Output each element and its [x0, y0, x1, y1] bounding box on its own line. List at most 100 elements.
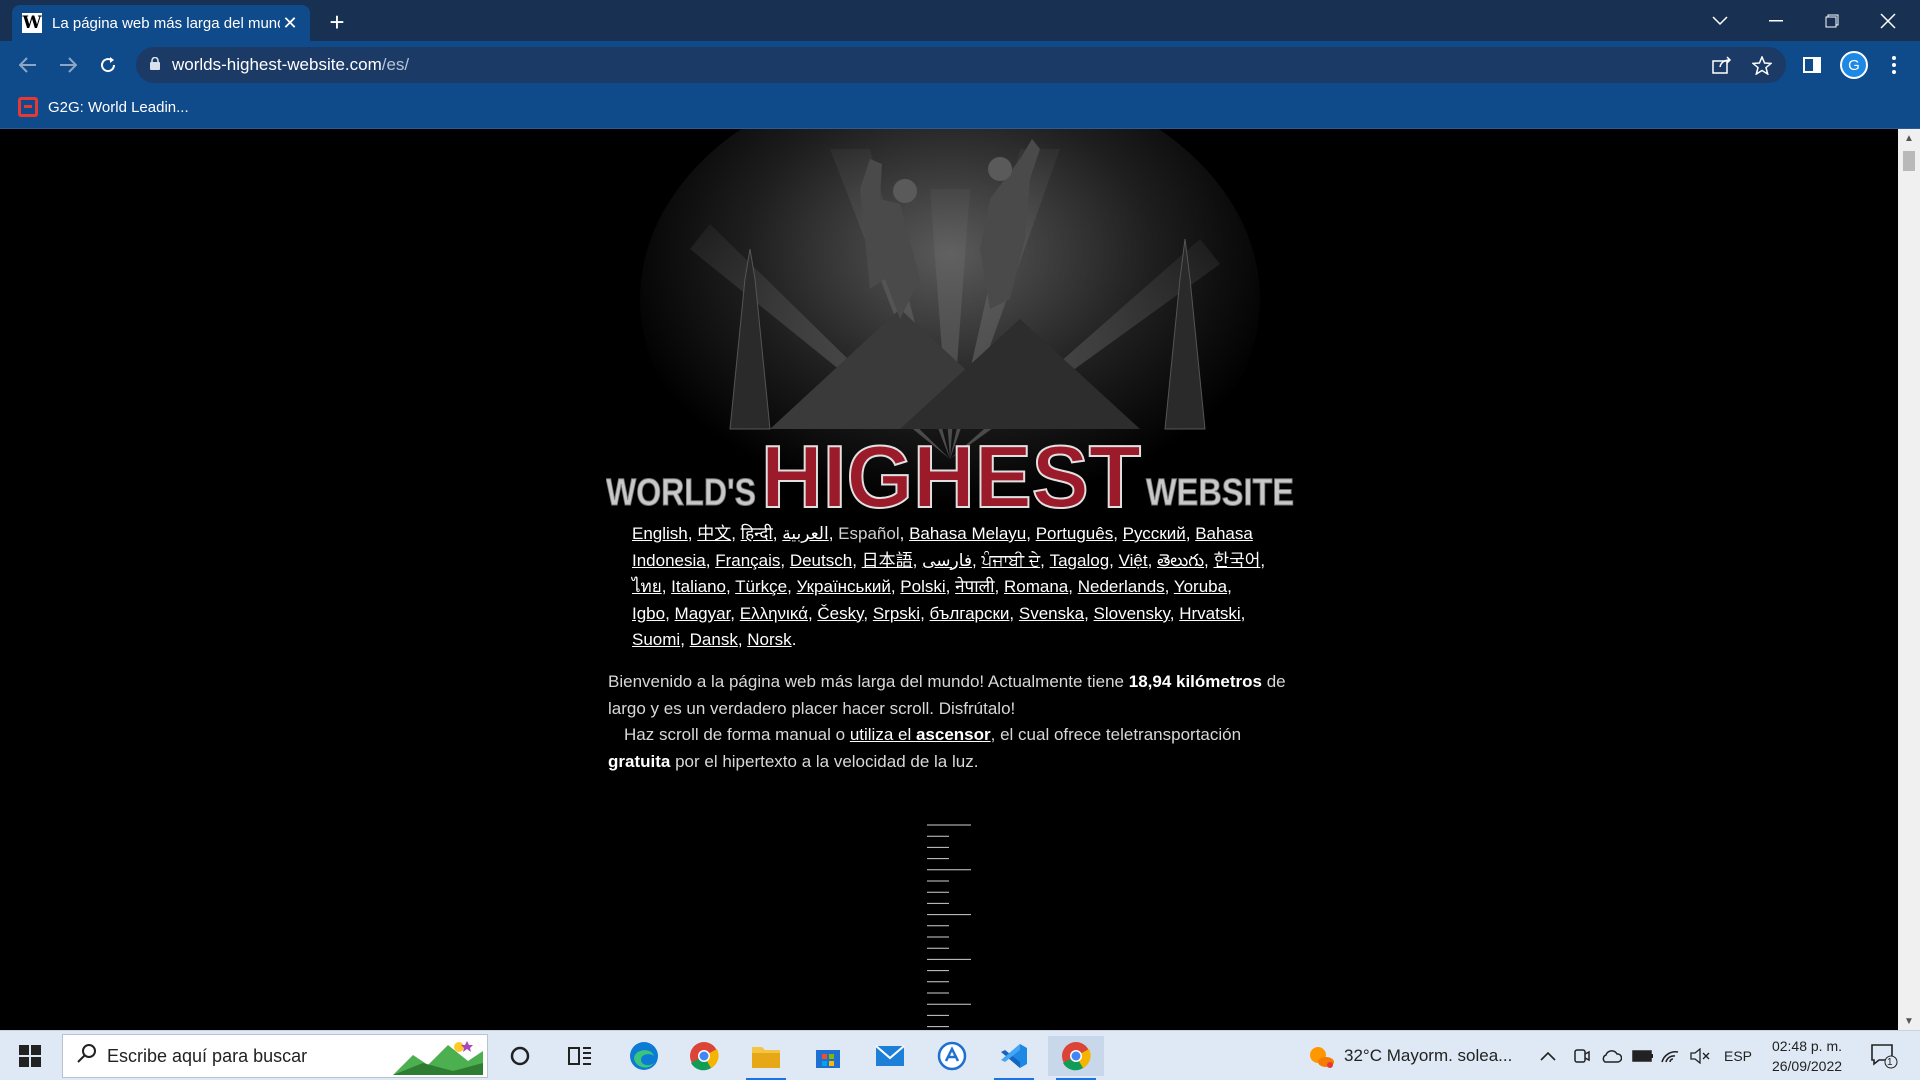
- elevator-link-text: utiliza el: [849, 725, 916, 745]
- mail-icon[interactable]: [862, 1036, 918, 1076]
- side-panel-icon[interactable]: [1794, 47, 1830, 83]
- language-link[interactable]: Norsk: [747, 630, 791, 649]
- language-link[interactable]: Magyar: [675, 604, 731, 623]
- tab-title: La página web más larga del mundo: [52, 14, 280, 32]
- volume-muted-icon[interactable]: [1690, 1031, 1710, 1080]
- intro-text-span: Bienvenido a la página web más larga del…: [608, 672, 1129, 691]
- language-link[interactable]: Hrvatski: [1179, 604, 1240, 623]
- restore-button[interactable]: [1804, 0, 1860, 41]
- language-link[interactable]: Igbo: [632, 604, 665, 623]
- onedrive-cloud-icon[interactable]: [1600, 1031, 1622, 1080]
- language-link[interactable]: Nederlands: [1078, 577, 1165, 596]
- close-window-button[interactable]: [1860, 0, 1916, 41]
- language-link[interactable]: ਪੰਜਾਬੀ ਦੇ: [982, 551, 1041, 570]
- language-link[interactable]: Suomi: [632, 630, 680, 649]
- scroll-down-arrow-icon[interactable]: ▼: [1898, 1012, 1920, 1030]
- scroll-up-arrow-icon[interactable]: ▲: [1898, 129, 1920, 147]
- language-link[interactable]: ไทย: [632, 577, 662, 596]
- cortana-icon[interactable]: [492, 1036, 548, 1076]
- language-link[interactable]: Bahasa Melayu: [909, 524, 1026, 543]
- share-icon[interactable]: [1704, 47, 1740, 83]
- language-link[interactable]: Yoruba: [1174, 577, 1227, 596]
- language-link[interactable]: Français: [715, 551, 780, 570]
- azure-data-studio-icon[interactable]: [924, 1036, 980, 1076]
- length-value: 18,94 kilómetros: [1128, 672, 1262, 691]
- language-link[interactable]: Tagalog: [1050, 551, 1110, 570]
- edge-icon[interactable]: [616, 1036, 672, 1076]
- intro-text-span: Haz scroll de forma manual o: [624, 725, 850, 745]
- page-scrollbar[interactable]: ▲ ▼: [1898, 129, 1920, 1030]
- system-clock[interactable]: 02:48 p. m. 26/09/2022: [1752, 1036, 1862, 1076]
- back-button[interactable]: [12, 49, 44, 81]
- new-tab-button[interactable]: +: [322, 7, 352, 38]
- scrollbar-thumb[interactable]: [1903, 151, 1915, 171]
- intro-paragraph-1: Bienvenido a la página web más larga del…: [608, 669, 1298, 722]
- language-link[interactable]: Česky: [817, 604, 863, 623]
- vscode-icon[interactable]: [986, 1036, 1042, 1080]
- browser-titlebar: W La página web más larga del mundo ✕ +: [0, 0, 1920, 41]
- url-domain: worlds-highest-website.com: [172, 55, 382, 74]
- intro-paragraph-2: Haz scroll de forma manual o utiliza el …: [608, 722, 1298, 775]
- logo-worlds-text: WORLD'S: [606, 472, 756, 511]
- elevator-link[interactable]: utiliza el ascensor: [850, 725, 991, 744]
- show-hidden-icons-chevron-icon[interactable]: [1540, 1031, 1556, 1080]
- browser-tab-active[interactable]: W La página web más larga del mundo ✕: [12, 5, 310, 41]
- search-highlight-illustration: [393, 1041, 483, 1075]
- language-link[interactable]: Ελληνικά: [740, 604, 808, 623]
- language-link[interactable]: Türkçe: [735, 577, 787, 596]
- notifications-icon[interactable]: 1: [1870, 1031, 1898, 1080]
- more-menu-icon[interactable]: [1876, 47, 1912, 83]
- input-language[interactable]: ESP: [1724, 1031, 1752, 1080]
- language-link[interactable]: Việt: [1119, 551, 1148, 570]
- language-link[interactable]: Srpski: [873, 604, 920, 623]
- language-link[interactable]: العربية: [782, 524, 828, 543]
- bookmark-label: G2G: World Leadin...: [48, 98, 189, 116]
- task-view-icon[interactable]: [552, 1036, 608, 1076]
- language-link[interactable]: български: [930, 604, 1010, 623]
- language-link[interactable]: Український: [797, 577, 891, 596]
- file-explorer-icon[interactable]: [738, 1036, 794, 1080]
- bookmark-star-icon[interactable]: [1744, 47, 1780, 83]
- intro-text-span: por el hipertexto a la velocidad de la l…: [670, 751, 979, 771]
- address-bar[interactable]: worlds-highest-website.com/es/: [136, 47, 1786, 83]
- tab-close-icon[interactable]: ✕: [280, 13, 300, 34]
- tab-search-chevron-icon[interactable]: [1692, 0, 1748, 41]
- profile-avatar[interactable]: G: [1840, 51, 1868, 79]
- weather-widget[interactable]: 32°C Mayorm. solea...: [1306, 1031, 1512, 1080]
- search-placeholder: Escribe aquí para buscar: [107, 1045, 308, 1066]
- language-link[interactable]: नेपाली: [955, 577, 994, 596]
- reload-button[interactable]: [92, 49, 124, 81]
- language-link[interactable]: Slovensky: [1094, 604, 1170, 623]
- language-link[interactable]: Deutsch: [790, 551, 852, 570]
- language-link[interactable]: తెలుగు: [1157, 551, 1204, 570]
- windows-start-icon[interactable]: [10, 1041, 50, 1071]
- lock-icon[interactable]: [150, 56, 172, 73]
- minimize-button[interactable]: [1748, 0, 1804, 41]
- microsoft-store-icon[interactable]: [800, 1036, 856, 1076]
- site-logo[interactable]: WORLD'S HIGHEST WEBSITE: [606, 426, 1296, 527]
- chrome-icon[interactable]: [676, 1036, 732, 1076]
- chrome-active-icon[interactable]: [1048, 1036, 1104, 1080]
- language-link[interactable]: Italiano: [671, 577, 726, 596]
- language-link[interactable]: English: [632, 524, 688, 543]
- elevator-link-bold: ascensor: [915, 725, 991, 745]
- intro-text: Bienvenido a la página web más larga del…: [608, 669, 1298, 775]
- language-link[interactable]: Romana: [1004, 577, 1068, 596]
- language-link[interactable]: 한국어: [1213, 551, 1260, 570]
- language-link[interactable]: Svenska: [1019, 604, 1084, 623]
- bookmark-g2g[interactable]: G2G: World Leadin...: [18, 97, 189, 117]
- taskbar-search-box[interactable]: Escribe aquí para buscar: [62, 1034, 488, 1078]
- language-link[interactable]: فارسی: [922, 551, 972, 570]
- language-link[interactable]: Polski: [900, 577, 945, 596]
- forward-button[interactable]: [52, 49, 84, 81]
- language-link[interactable]: 中文: [697, 524, 731, 543]
- logo-website-text: WEBSITE: [1146, 472, 1294, 511]
- language-link[interactable]: Português: [1036, 524, 1114, 543]
- wifi-icon[interactable]: [1660, 1031, 1680, 1080]
- battery-icon[interactable]: [1632, 1031, 1654, 1080]
- language-link[interactable]: 日本語: [862, 551, 913, 570]
- language-link[interactable]: Русский: [1123, 524, 1186, 543]
- language-link[interactable]: Dansk: [690, 630, 738, 649]
- meet-now-icon[interactable]: [1572, 1031, 1590, 1080]
- language-link[interactable]: हिन्दी: [741, 524, 773, 543]
